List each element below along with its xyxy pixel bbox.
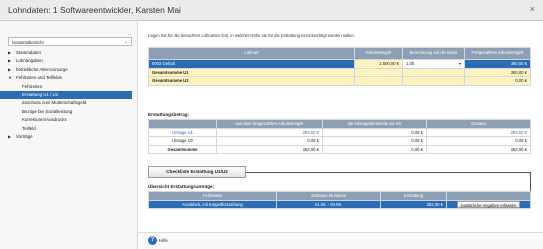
sidebar-item-label: Teilfeld [22,125,36,131]
empty-cell [354,76,403,86]
sidebar-item-vortraege[interactable]: ▶ Vorträge [8,133,132,141]
column-header: Fehlzeiten [148,191,277,201]
fortgezahlt-cell: 360,00 € [464,59,531,69]
value-cell: 252,00 € [426,127,531,137]
sidebar-item-label: Stammdaten [16,50,41,55]
value-cell: 252,00 € [216,144,323,154]
main-content: Legen Sie für die besuchten Lohnarten fe… [138,21,543,249]
sum-label: Gesamtsumme U2 [148,76,355,86]
checklist-button[interactable]: Checkliste Erstattung U1/U2 [148,166,246,178]
help-link[interactable]: Hilfe [159,238,168,243]
expand-arrow-icon: ▶ [8,50,12,55]
sum-value: 0,00 € [464,76,531,86]
column-header: Gesamt [426,119,531,129]
column-header: die Arbeitgeberanteils zur SV [322,119,427,129]
column-header: Lohnart [148,47,355,60]
empty-cell [402,76,465,86]
expand-arrow-icon: ▶ [8,133,12,139]
section-title-uebersicht: Übersicht Erstattungsanträge: [148,184,215,189]
sum-label: Gesamtsumme U1 [148,67,355,77]
sidebar-item-sozialleistung[interactable]: Bezüge bei Sozialleistung [8,108,132,116]
sidebar-item-lohnangaben[interactable]: ▶ Lohnangaben [8,57,132,65]
intro-text: Legen Sie für die besuchten Lohnarten fe… [148,33,355,38]
table-row: Gesamtsumme U1 360,00 € [148,67,531,77]
basis-value: 1,00 [406,61,415,67]
column-header: aus dem fortgezahlten Arbeitsentgelt [216,119,323,129]
value-cell: 0,00 € [322,144,427,154]
lohnart-cell: 0002 Gehalt [148,59,355,69]
sidebar-item-fehlzeiten-teilfelde[interactable]: ▼ Fehlzeiten und Teilfelde [8,74,132,82]
additional-info-button[interactable]: zusätzliche Angaben erfassen [456,200,521,208]
value-cell: 0,00 € [322,136,427,146]
lohnart-table: Lohnart Arbeitsentgelt Berechnung auf di… [148,47,531,86]
sidebar-item-mutterschaftsgeld[interactable]: Zuschuss zum Mutterschaftsgeld [8,99,132,107]
sidebar: Gesamtübersicht ⌄ ▶ Stammdaten ▶ Lohnangab… [0,21,138,249]
value-cell: 0,00 € [216,136,323,146]
overview-select[interactable]: Gesamtübersicht ⌄ [8,37,132,46]
empty-cell [354,67,403,77]
sidebar-item-label: Erstattung U1 / U2 [22,91,59,97]
footer: ? Hilfe [138,232,543,249]
sidebar-item-label: Fehlzeiten und Teilfelde [16,75,63,81]
sidebar-item-label: Lohnangaben [16,58,43,64]
sidebar-item-stammdaten[interactable]: ▶ Stammdaten [8,49,132,57]
window-title: Lohndaten: 1 Softwareentwickler, Karsten… [8,5,181,15]
value-cell: 0,00 € [426,136,531,146]
fehlzeit-cell: Krankheit, mit Entgeltfortzahlung [148,199,277,209]
chevron-down-icon: ▾ [458,61,461,67]
window-titlebar: Lohndaten: 1 Softwareentwickler, Karsten… [0,0,543,21]
sidebar-item-label: Korrekturen/Ausdrucks [22,117,67,123]
column-header: Erstattung [380,191,447,201]
column-header: Zeitraum im Monat [276,191,381,201]
value-cell: 252,00 € [426,144,531,154]
expand-arrow-icon: ▶ [8,66,12,72]
section-title-erstattungsbetrag: Erstattungsbetrag: [148,112,190,117]
table-row: Gesamtsumme 252,00 € 0,00 € 252,00 € [148,144,531,154]
row-label: Gesamtsumme [148,144,217,154]
column-header [148,119,217,129]
column-header [446,191,531,201]
erstattungsantraege-table: Fehlzeiten Zeitraum im Monat Erstattung … [148,191,531,209]
empty-cell [402,67,465,77]
expand-arrow-icon: ▶ [8,58,12,64]
row-label: Umlage U1 [148,127,217,137]
sidebar-item-korrekturen[interactable]: Korrekturen/Ausdrucks [8,116,132,124]
row-label: Umlage U2 [148,136,217,146]
column-header: Fortgezahltes Arbeitsentgelt [464,47,531,60]
collapse-arrow-icon: ▼ [8,75,12,81]
basis-select[interactable]: 1,00 ▾ [402,59,465,69]
sidebar-item-label: Bezüge bei Sozialleistung [22,108,73,114]
sidebar-nav: ▶ Stammdaten ▶ Lohnangaben ▶ betriebliche A… [0,49,132,141]
entgelt-cell[interactable]: 2.500,00 € [354,59,403,69]
connector-line [246,172,530,173]
sidebar-item-fehlzeiten[interactable]: Fehlzeiten [8,83,132,91]
overview-select-value: Gesamtübersicht [12,40,44,45]
table-row: Umlage U2 0,00 € 0,00 € 0,00 € [148,136,531,146]
sidebar-item-label: Vorträge [16,133,33,139]
erstattungsbetrag-table: aus dem fortgezahlten Arbeitsentgelt die… [148,119,531,154]
sum-value: 360,00 € [464,67,531,77]
close-icon[interactable]: × [530,4,535,14]
chevron-down-icon: ⌄ [124,39,128,44]
erstattung-cell: 252,00 € [380,199,447,209]
action-cell: zusätzliche Angaben erfassen [446,199,531,209]
table-row: Gesamtsumme U2 0,00 € [148,76,531,86]
value-cell: 0,00 € [322,127,427,137]
sidebar-item-label: Fehlzeiten [22,83,43,89]
table-row: Umlage U1 252,00 € 0,00 € 252,00 € [148,127,531,137]
zeitraum-cell: 01.05. - 04.05. [276,199,381,209]
table-row[interactable]: Krankheit, mit Entgeltfortzahlung 01.05.… [148,199,531,209]
table-row[interactable]: 0002 Gehalt 2.500,00 € 1,00 ▾ 360,00 € [148,59,531,69]
sidebar-item-label: Zuschuss zum Mutterschaftsgeld [22,100,87,106]
value-cell: 252,00 € [216,127,323,137]
sidebar-item-label: betriebliche Altersvorsorge [16,66,68,72]
help-icon[interactable]: ? [148,236,157,245]
sidebar-item-erstattung[interactable]: Erstattung U1 / U2 [0,90,132,100]
sidebar-item-altersvorsorge[interactable]: ▶ betriebliche Altersvorsorge [8,66,132,74]
column-header: Arbeitsentgelt [354,47,403,60]
sidebar-item-teilfeld[interactable]: Teilfeld [8,125,132,133]
column-header: Berechnung auf die Basis [402,47,465,60]
